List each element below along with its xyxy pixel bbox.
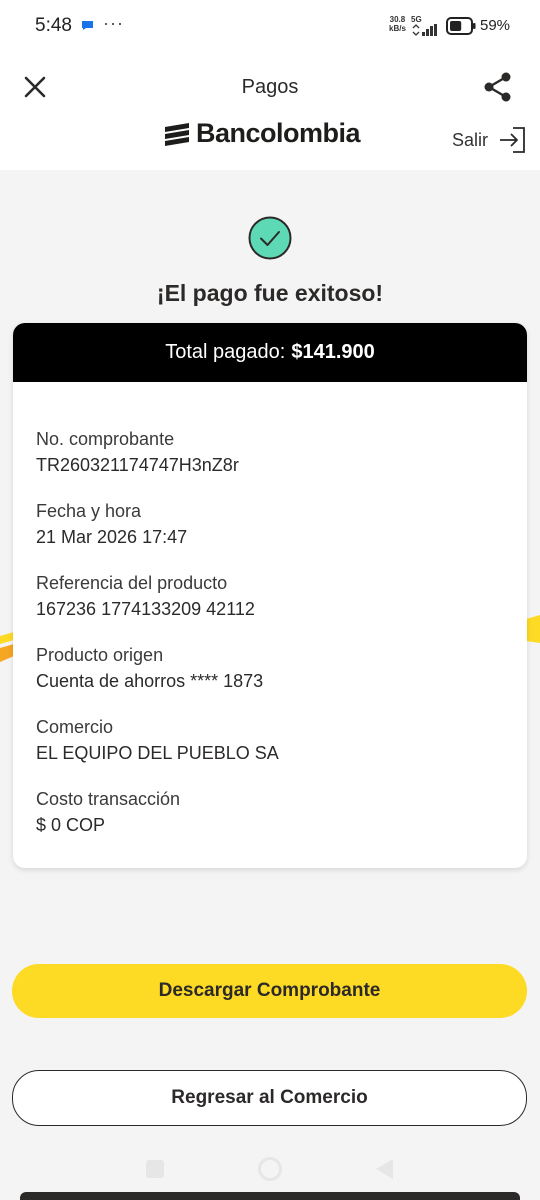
brand-name: Bancolombia (196, 117, 361, 148)
receipt-number-value: TR260321174747H3nZ8r (36, 455, 239, 475)
app-header: Pagos Bancolombia Salir (0, 56, 540, 170)
product-reference-value: 167236 1774133209 42112 (36, 599, 255, 619)
download-receipt-button[interactable]: Descargar Comprobante (12, 964, 527, 1018)
system-nav-bar (0, 1140, 540, 1200)
decorative-ribbon-left (0, 632, 14, 662)
success-title: ¡El pago fue exitoso! (156, 280, 384, 306)
total-paid-label: Total pagado: (165, 341, 286, 363)
back-icon[interactable] (376, 1159, 393, 1179)
date-time-value: 21 Mar 2026 17:47 (36, 527, 188, 547)
home-icon[interactable] (258, 1157, 282, 1181)
total-paid-banner: Total pagado: $141.900 (13, 323, 527, 382)
status-bar: 5:48 ··· 30.8 kB/s 5G 59% (0, 0, 540, 56)
receipt-field: No. comprobante TR260321174747H3nZ8r (36, 426, 504, 478)
receipt-card: Total pagado: $141.900 No. comprobante T… (13, 323, 527, 868)
recent-apps-icon[interactable] (146, 1160, 164, 1178)
chat-notification-icon (82, 21, 93, 30)
return-to-merchant-button[interactable]: Regresar al Comercio (12, 1070, 527, 1126)
status-time: 5:48 (35, 15, 72, 36)
receipt-field: Referencia del producto 167236 177413320… (36, 570, 504, 622)
share-icon[interactable] (482, 71, 514, 103)
receipt-field: Comercio EL EQUIPO DEL PUEBLO SA (36, 714, 504, 766)
source-product-value: Cuenta de ahorros **** 1873 (36, 671, 264, 691)
more-notifications-icon: ··· (103, 13, 124, 33)
total-paid-amount: $141.900 (291, 341, 375, 363)
network-speed: 30.8 kB/s (389, 15, 406, 33)
logout-button[interactable]: Salir (452, 126, 526, 154)
receipt-field: Producto origen Cuenta de ahorros **** 1… (36, 642, 504, 694)
bancolombia-logo: Bancolombia (164, 117, 361, 148)
logout-label: Salir (452, 129, 489, 150)
network-type: 5G (411, 15, 422, 24)
source-product-label: Producto origen (36, 645, 164, 665)
receipt-field: Fecha y hora 21 Mar 2026 17:47 (36, 498, 504, 550)
page-title: Pagos (241, 76, 299, 98)
battery-percent: 59% (480, 17, 511, 34)
receipt-details: No. comprobante TR260321174747H3nZ8r Fec… (13, 382, 527, 838)
date-time-label: Fecha y hora (36, 501, 142, 521)
bottom-edge (20, 1192, 520, 1200)
transaction-cost-label: Costo transacción (36, 789, 181, 809)
network-speed-unit: kB/s (389, 24, 406, 33)
check-circle-icon (248, 216, 292, 260)
transaction-cost-value: $ 0 COP (36, 815, 106, 835)
logout-icon (500, 127, 525, 153)
product-reference-label: Referencia del producto (36, 573, 228, 593)
merchant-value: EL EQUIPO DEL PUEBLO SA (36, 743, 279, 763)
merchant-label: Comercio (36, 717, 114, 737)
receipt-field: Costo transacción $ 0 COP (36, 786, 504, 838)
receipt-number-label: No. comprobante (36, 429, 175, 449)
battery-fill (450, 21, 462, 31)
bancolombia-mark-icon (165, 123, 189, 146)
network-speed-value: 30.8 (389, 15, 406, 24)
signal-icon (412, 24, 437, 36)
battery-icon (446, 17, 476, 35)
